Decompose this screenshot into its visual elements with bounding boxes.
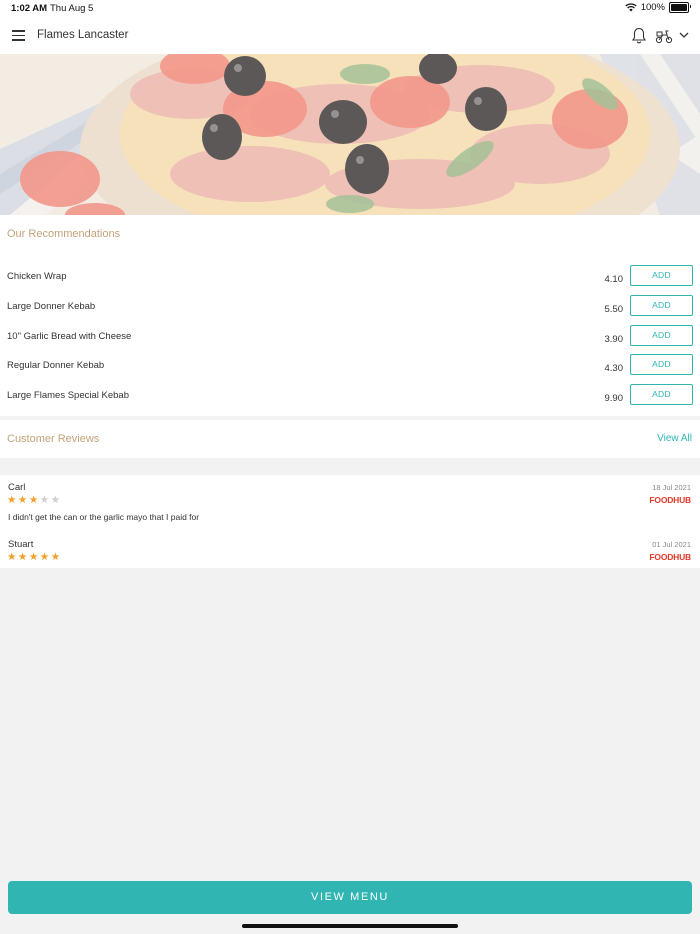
star-rating: ★ ★ ★ ★ ★ bbox=[7, 551, 61, 563]
item-price: 4.30 bbox=[604, 363, 624, 374]
star-icon: ★ bbox=[39, 551, 50, 563]
star-icon: ★ bbox=[50, 494, 61, 506]
add-button[interactable]: ADD bbox=[630, 295, 693, 316]
item-name: Large Donner Kebab bbox=[7, 301, 96, 312]
item-name: Large Flames Special Kebab bbox=[7, 390, 129, 401]
recommendation-item: Chicken Wrap 4.10 ADD bbox=[0, 265, 700, 295]
chevron-down-icon[interactable] bbox=[678, 29, 690, 41]
star-icon: ★ bbox=[17, 551, 28, 563]
item-name: 10" Garlic Bread with Cheese bbox=[7, 331, 132, 342]
add-button[interactable]: ADD bbox=[630, 325, 693, 346]
star-icon: ★ bbox=[7, 494, 17, 506]
recommendation-item: Large Donner Kebab 5.50 ADD bbox=[0, 295, 700, 325]
app-header: Flames Lancaster bbox=[0, 18, 700, 54]
reviews-title: Customer Reviews bbox=[7, 433, 100, 445]
star-icon: ★ bbox=[28, 551, 39, 563]
add-button[interactable]: ADD bbox=[630, 384, 693, 405]
restaurant-name: Flames Lancaster bbox=[37, 29, 129, 41]
recommendations-section: Our Recommendations Chicken Wrap 4.10 AD… bbox=[0, 215, 700, 416]
status-date: Thu Aug 5 bbox=[50, 3, 94, 14]
view-all-link[interactable]: View All bbox=[657, 433, 692, 444]
foodhub-logo: FOODHUB bbox=[649, 552, 691, 562]
hero-pizza-image bbox=[0, 54, 700, 215]
scooter-icon[interactable] bbox=[655, 28, 673, 44]
status-time: 1:02 AM bbox=[11, 3, 48, 14]
item-name: Chicken Wrap bbox=[7, 271, 67, 282]
recommendations-title: Our Recommendations bbox=[7, 228, 121, 240]
star-icon: ★ bbox=[17, 494, 28, 506]
wifi-icon bbox=[625, 3, 637, 12]
foodhub-logo: FOODHUB bbox=[649, 495, 691, 505]
bell-icon[interactable] bbox=[631, 27, 647, 45]
menu-icon[interactable] bbox=[12, 30, 25, 41]
review-author: Carl bbox=[8, 482, 26, 493]
item-price: 5.50 bbox=[604, 304, 624, 315]
star-rating: ★ ★ ★ ★ ★ bbox=[7, 494, 61, 506]
recommendation-item: Large Flames Special Kebab 9.90 ADD bbox=[0, 384, 700, 414]
add-button[interactable]: ADD bbox=[630, 265, 693, 286]
review-author: Stuart bbox=[8, 539, 34, 550]
battery-percent: 100% bbox=[640, 2, 665, 13]
home-indicator bbox=[242, 924, 458, 928]
recommendation-item: Regular Donner Kebab 4.30 ADD bbox=[0, 354, 700, 384]
star-icon: ★ bbox=[7, 551, 17, 563]
item-price: 3.90 bbox=[604, 334, 624, 345]
view-menu-button[interactable]: VIEW MENU bbox=[8, 881, 692, 914]
reviews-header: Customer Reviews View All bbox=[0, 420, 700, 458]
review-date: 18 Jul 2021 bbox=[652, 483, 691, 492]
reviews-list: Carl ★ ★ ★ ★ ★ I didn't get the can or t… bbox=[0, 475, 700, 568]
review-text: I didn't get the can or the garlic mayo … bbox=[8, 512, 200, 522]
star-icon: ★ bbox=[50, 551, 61, 563]
add-button[interactable]: ADD bbox=[630, 354, 693, 375]
item-name: Regular Donner Kebab bbox=[7, 360, 105, 371]
recommendation-item: 10" Garlic Bread with Cheese 3.90 ADD bbox=[0, 325, 700, 355]
battery-icon bbox=[669, 2, 691, 13]
item-price: 9.90 bbox=[604, 393, 624, 404]
item-price: 4.10 bbox=[604, 274, 624, 285]
star-icon: ★ bbox=[39, 494, 50, 506]
star-icon: ★ bbox=[28, 494, 39, 506]
status-right: 100% bbox=[625, 2, 691, 13]
status-bar: 1:02 AM Thu Aug 5 100% bbox=[0, 0, 700, 18]
review-date: 01 Jul 2021 bbox=[652, 540, 691, 549]
